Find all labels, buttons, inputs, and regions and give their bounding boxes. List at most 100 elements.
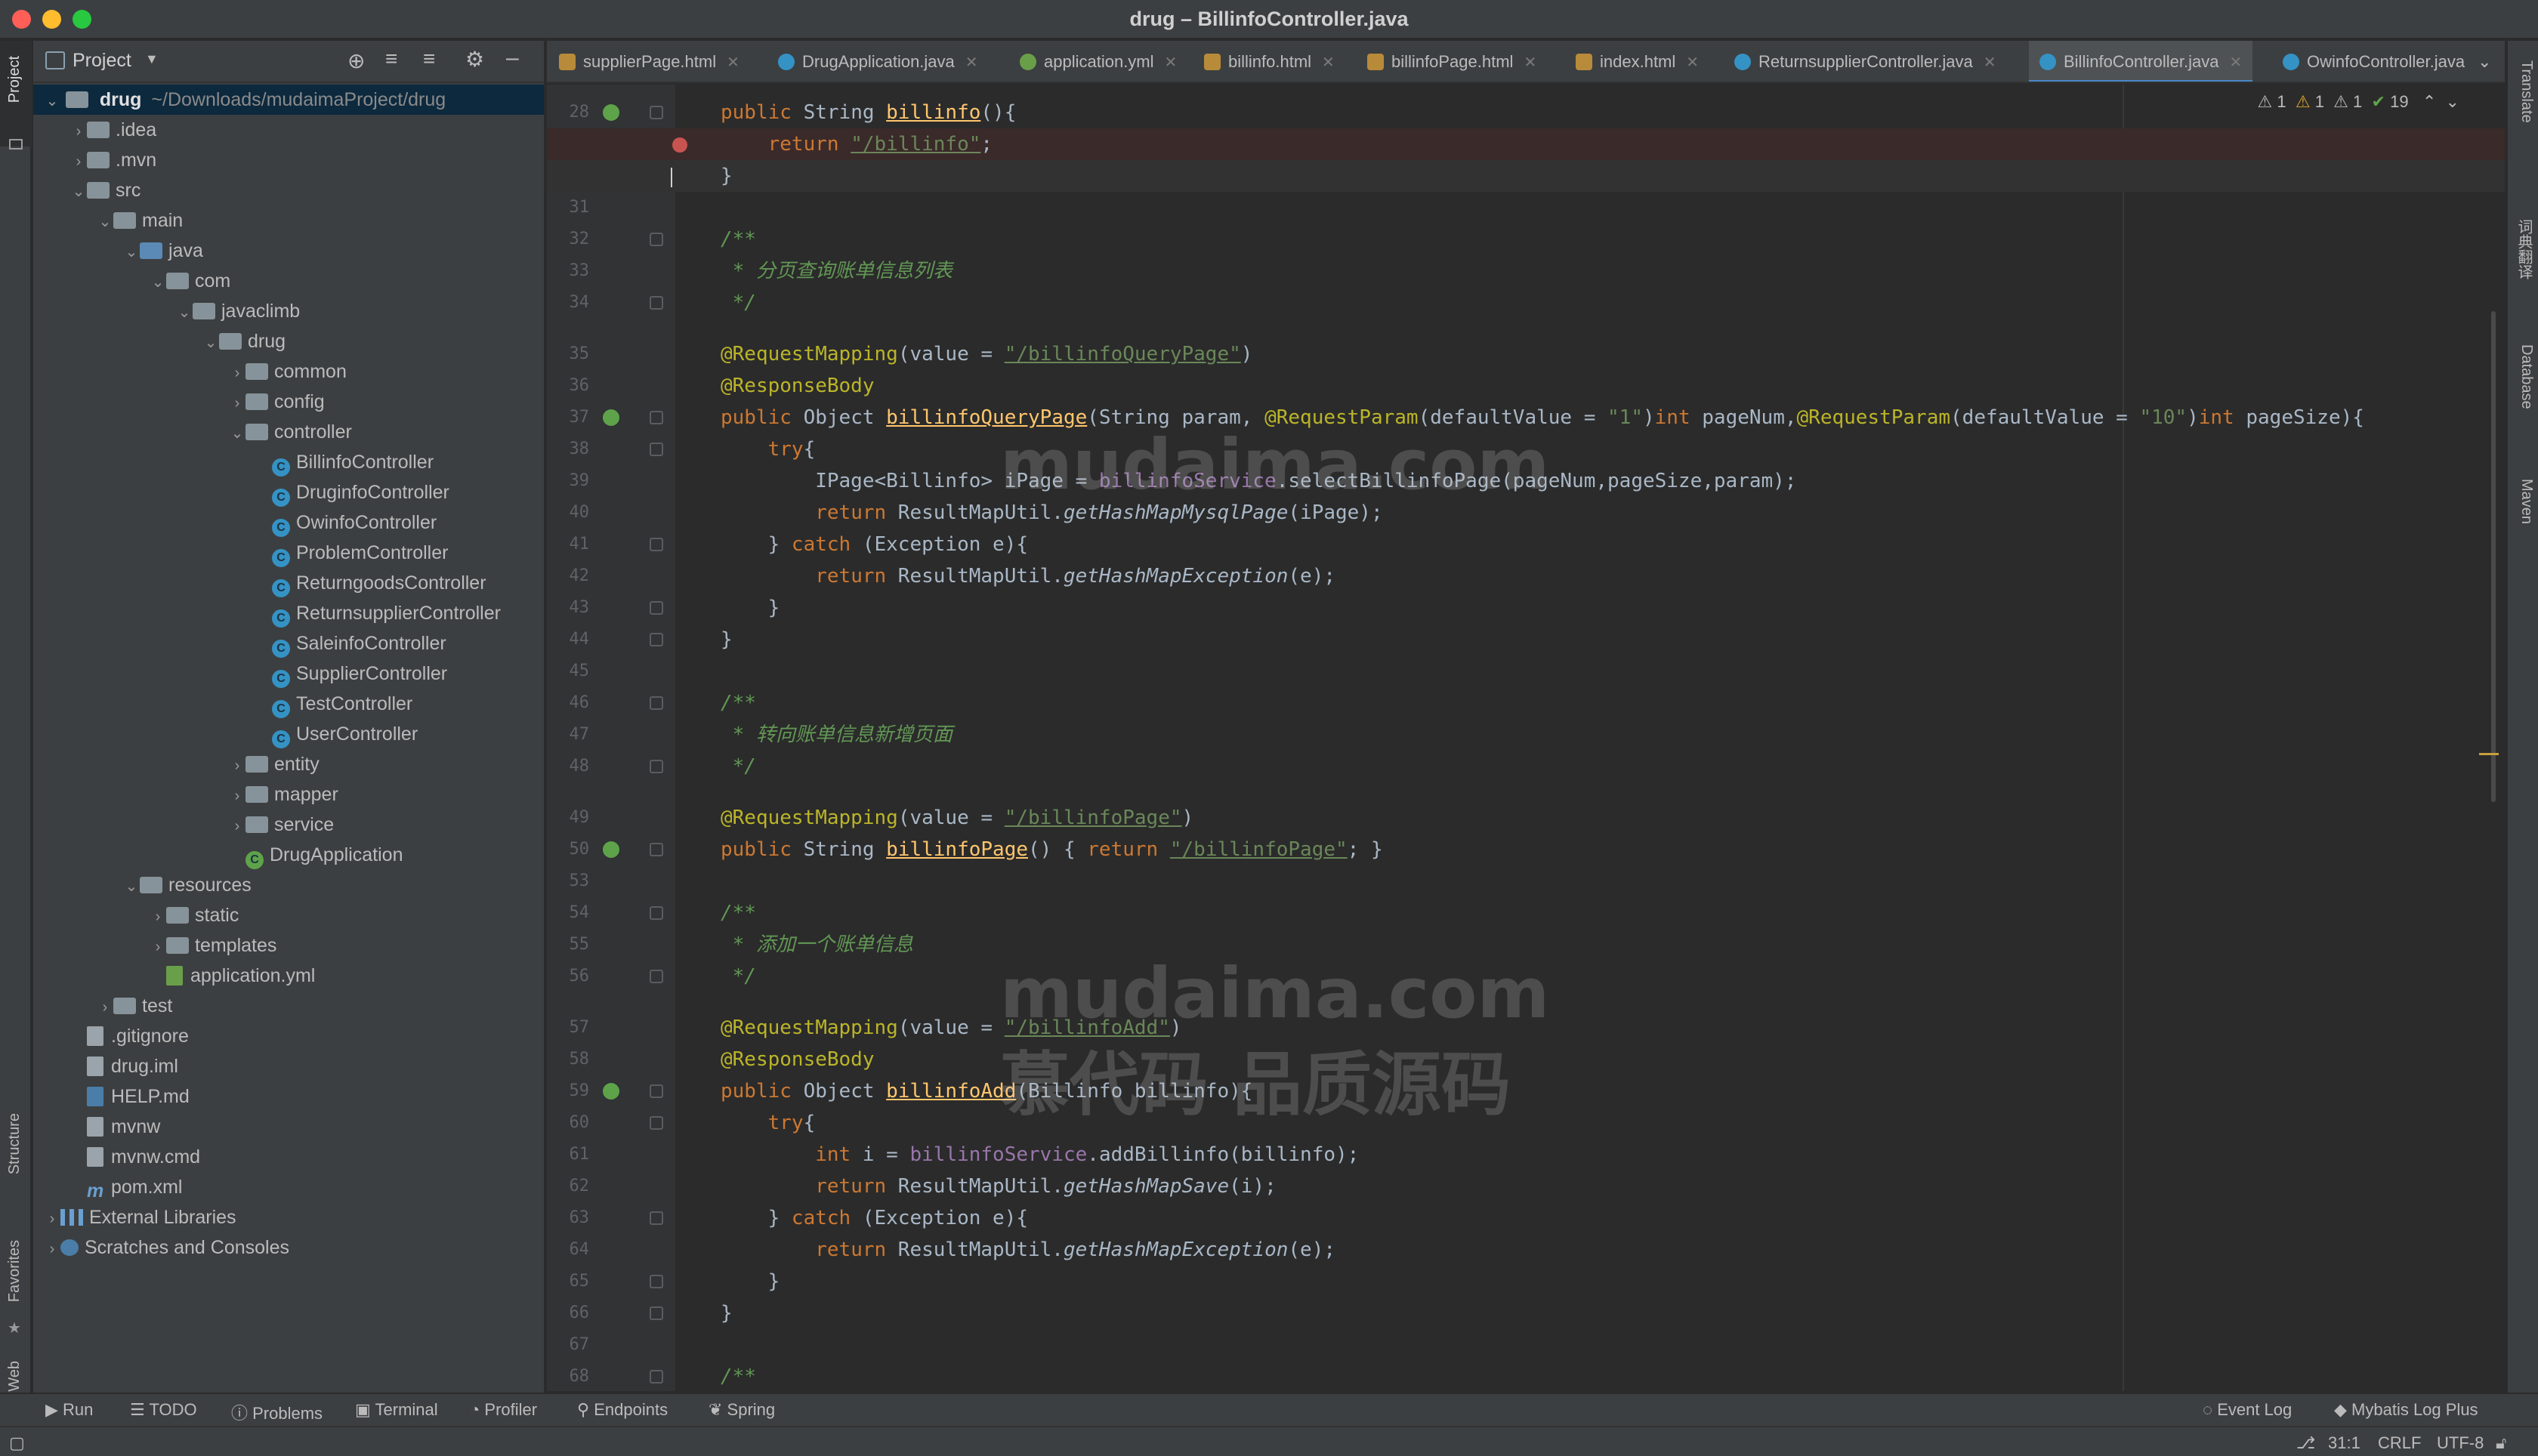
spring-endpoint-icon[interactable] <box>603 1083 619 1100</box>
collapse-all-icon[interactable]: ≡ <box>423 47 435 71</box>
fold-marker-icon[interactable] <box>650 906 663 920</box>
tab-application-yml[interactable]: application.yml ✕ <box>1020 41 1177 82</box>
tree-item[interactable]: application.yml <box>33 961 544 991</box>
chevron-down-icon[interactable]: ⌄ <box>202 328 219 358</box>
chevron-right-icon[interactable]: › <box>150 902 166 932</box>
lock-icon[interactable]: 🔓︎ <box>2496 1433 2506 1453</box>
inspection-widget[interactable]: ⚠ 1 ⚠ 1 ⚠ 1 ✔ 19 ⌃ ⌄ <box>2257 92 2459 112</box>
tree-item[interactable]: C UserController <box>33 719 544 749</box>
tree-item[interactable]: C OwinfoController <box>33 507 544 538</box>
tree-item[interactable]: › .idea <box>33 115 544 147</box>
structure-tool-button[interactable]: Structure <box>6 1113 27 1174</box>
chevron-down-icon[interactable]: ⌄ <box>97 207 113 237</box>
breakpoint-icon[interactable] <box>672 137 687 153</box>
tree-item[interactable]: C DruginfoController <box>33 477 544 507</box>
line-number[interactable]: 54 <box>547 897 590 929</box>
fold-marker-icon[interactable] <box>650 411 663 424</box>
close-tab-icon[interactable]: ✕ <box>965 54 978 71</box>
close-tab-icon[interactable]: ✕ <box>2229 54 2242 71</box>
tab-drugapplication-java[interactable]: DrugApplication.java ✕ <box>778 41 978 82</box>
tree-item[interactable]: C ReturngoodsController <box>33 568 544 598</box>
fold-marker-icon[interactable] <box>650 633 663 646</box>
line-number[interactable]: 62 <box>547 1171 590 1202</box>
line-number[interactable]: 56 <box>547 961 590 992</box>
tree-item[interactable]: ⌄ java <box>33 236 544 267</box>
tab-supplierpage-html[interactable]: supplierPage.html ✕ <box>559 41 739 82</box>
tree-item[interactable]: ⌄ src <box>33 175 544 205</box>
tree-item[interactable]: ⌄ controller <box>33 417 544 449</box>
translate-tool-button[interactable]: Translate <box>2514 60 2535 123</box>
tree-item[interactable]: C ProblemController <box>33 538 544 568</box>
tree-item[interactable]: drug.iml <box>33 1051 544 1081</box>
line-number[interactable]: 36 <box>547 370 590 402</box>
line-number[interactable]: 66 <box>547 1297 590 1329</box>
close-tab-icon[interactable]: ✕ <box>1322 54 1335 71</box>
tree-item[interactable]: ⌄ javaclimb <box>33 296 544 328</box>
tree-item[interactable]: C DrugApplication <box>33 840 544 870</box>
chevron-down-icon[interactable]: ⌄ <box>123 237 140 267</box>
database-tool-button[interactable]: Database <box>2514 344 2535 409</box>
gear-icon[interactable]: ⚙ <box>465 47 484 72</box>
favorites-tool-button[interactable]: Favorites <box>6 1240 27 1302</box>
project-tool-button[interactable]: Project <box>6 56 27 103</box>
close-tab-icon[interactable]: ✕ <box>1524 54 1536 71</box>
fold-marker-icon[interactable] <box>650 538 663 551</box>
expand-all-icon[interactable]: ≡ <box>385 47 397 71</box>
tree-item[interactable]: › .mvn <box>33 145 544 175</box>
line-number[interactable]: 43 <box>547 592 590 624</box>
line-number[interactable]: 53 <box>547 865 590 897</box>
line-number[interactable]: 42 <box>547 560 590 592</box>
chevron-down-icon[interactable]: ⌄ <box>176 298 193 328</box>
tree-item[interactable]: › External Libraries <box>33 1202 544 1234</box>
line-number[interactable]: 57 <box>547 1012 590 1044</box>
close-tab-icon[interactable]: ✕ <box>1984 54 1996 71</box>
line-number[interactable]: 68 <box>547 1361 590 1391</box>
line-number[interactable]: 38 <box>547 433 590 465</box>
line-number[interactable]: 34 <box>547 287 590 319</box>
line-number[interactable]: 37 <box>547 402 590 433</box>
tree-item[interactable]: › Scratches and Consoles <box>33 1232 544 1264</box>
chevron-right-icon[interactable]: › <box>229 751 245 781</box>
chevron-right-icon[interactable]: › <box>97 992 113 1023</box>
line-number[interactable]: 48 <box>547 751 590 782</box>
spring-endpoint-icon[interactable] <box>603 841 619 858</box>
line-number[interactable]: 67 <box>547 1329 590 1361</box>
fold-marker-icon[interactable] <box>650 1084 663 1098</box>
tree-item[interactable]: › test <box>33 991 544 1023</box>
tree-item[interactable]: ⌄ drug <box>33 326 544 358</box>
fold-marker-icon[interactable] <box>650 106 663 119</box>
tree-item[interactable]: › common <box>33 356 544 387</box>
tool-window-button-spring[interactable]: ❦ Spring <box>709 1400 775 1420</box>
chevron-right-icon[interactable]: › <box>44 1204 60 1234</box>
tree-item[interactable]: C SupplierController <box>33 659 544 689</box>
chevron-down-icon[interactable]: ⌄ <box>150 267 166 298</box>
tree-item[interactable]: ⌄ resources <box>33 870 544 900</box>
line-number[interactable]: 63 <box>547 1202 590 1234</box>
line-number[interactable]: 50 <box>547 834 590 865</box>
fold-marker-icon[interactable] <box>650 601 663 615</box>
line-number[interactable]: 47 <box>547 719 590 751</box>
line-number[interactable]: 59 <box>547 1075 590 1107</box>
tab-billinfocontroller-java[interactable]: BillinfoController.java ✕ <box>2029 41 2253 82</box>
tree-item[interactable]: ⌄ com <box>33 266 544 298</box>
line-number[interactable]: 32 <box>547 224 590 255</box>
chevron-down-icon[interactable]: ⌄ <box>229 418 245 449</box>
line-number[interactable]: 45 <box>547 656 590 687</box>
project-view-selector[interactable]: Project <box>73 50 131 72</box>
tree-item[interactable]: › config <box>33 387 544 417</box>
tool-window-button-profiler[interactable]: ◔ Profiler <box>470 1400 537 1420</box>
tool-window-button-endpoints[interactable]: ⚲ Endpoints <box>577 1400 668 1420</box>
chevron-right-icon[interactable]: › <box>44 1234 60 1264</box>
line-number[interactable]: 64 <box>547 1234 590 1266</box>
locate-icon[interactable]: ⊕ <box>347 48 365 73</box>
tree-item[interactable]: m pom.xml <box>33 1172 544 1202</box>
fold-marker-icon[interactable] <box>650 1116 663 1130</box>
fold-marker-icon[interactable] <box>650 760 663 773</box>
code-editor[interactable]: 2829303132333435363738394041424344454647… <box>547 85 2505 1391</box>
fold-marker-icon[interactable] <box>650 843 663 856</box>
line-number[interactable]: 44 <box>547 624 590 656</box>
chevron-down-icon[interactable]: ⌄ <box>44 86 60 116</box>
chevron-right-icon[interactable]: › <box>70 116 87 147</box>
line-number[interactable]: 31 <box>547 192 590 224</box>
mybatis-log-button[interactable]: ◆ Mybatis Log Plus <box>2334 1400 2478 1420</box>
